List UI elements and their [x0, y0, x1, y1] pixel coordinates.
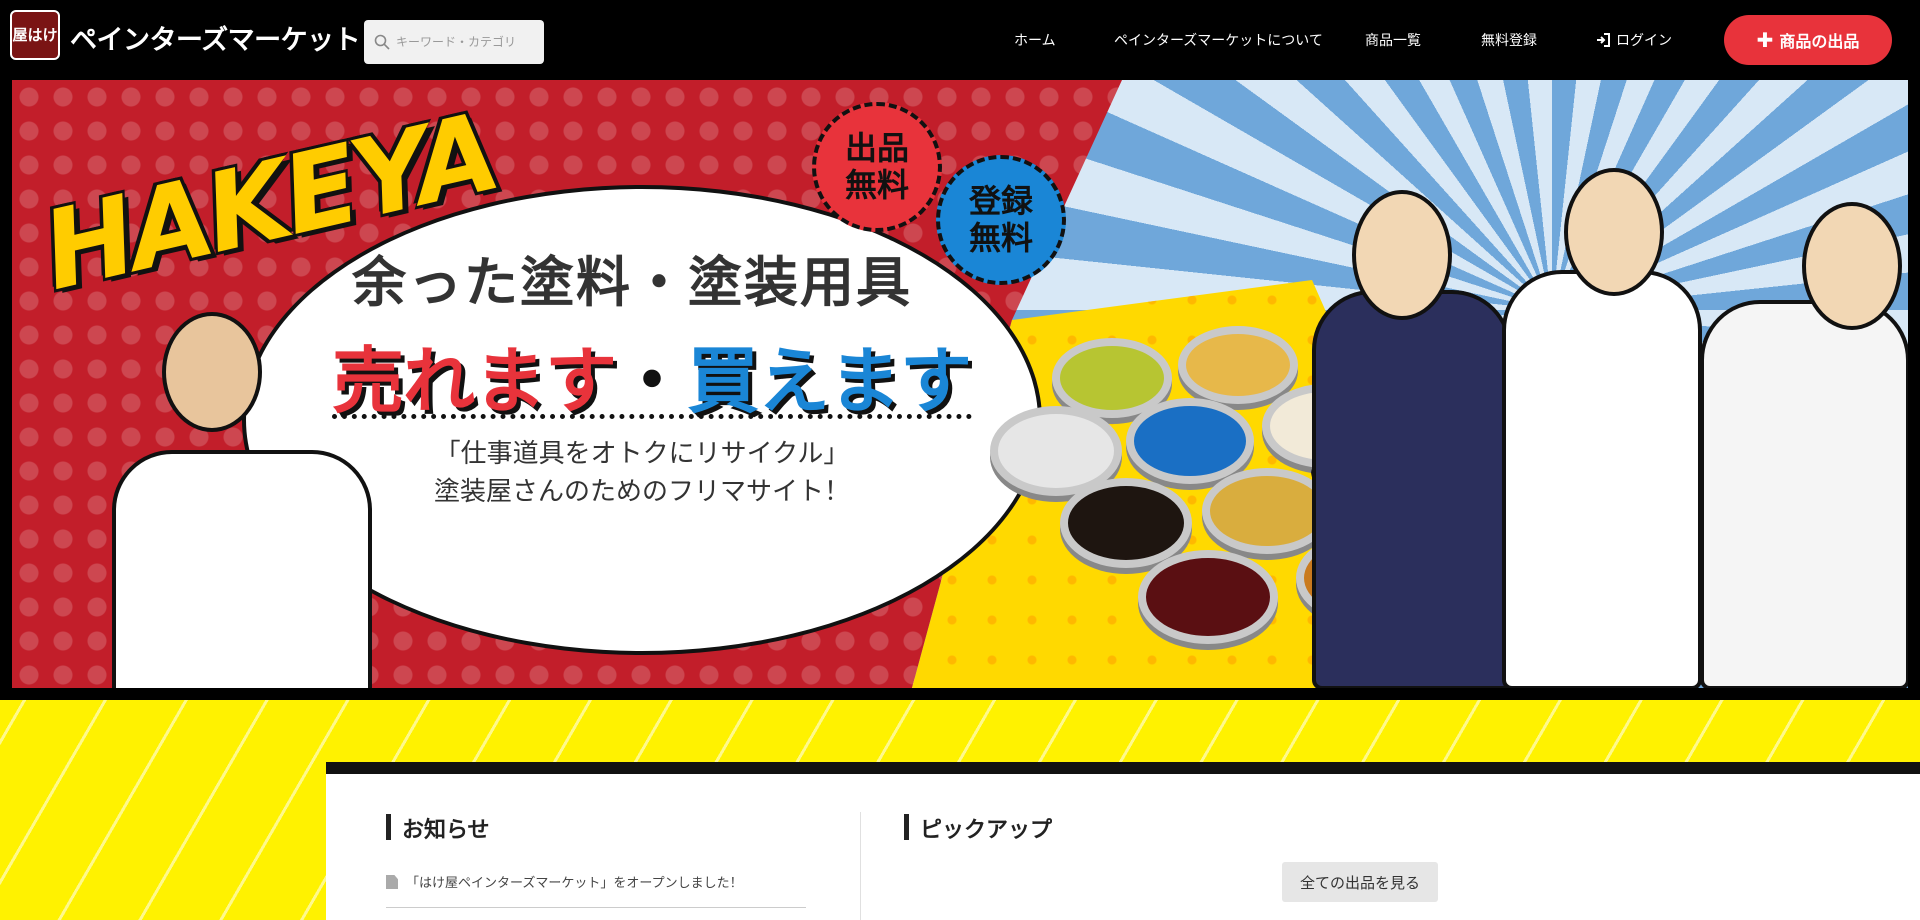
banner-tagline-1: 「仕事道具をオトクにリサイクル」: [434, 439, 850, 469]
banner-buy-text: 買えます: [687, 339, 972, 423]
painter-illustration-2: [1502, 270, 1702, 688]
banner-headline: 余った塗料・塗装用具: [352, 251, 912, 314]
content-card-top-border: [326, 762, 1920, 774]
hero-banner[interactable]: HAKEYA 出品 無料 登録 無料 余った塗料・塗装用具 売れます・買えます …: [12, 80, 1908, 688]
sell-button-label: 商品の出品: [1779, 32, 1860, 51]
banner-sell-buy: 売れます・買えます: [332, 322, 972, 427]
badge-free-registration: 登録 無料: [936, 155, 1066, 285]
painter-illustration-left: [112, 450, 372, 688]
news-item-text: 「はけ屋ペインターズマーケット」をオープンしました！: [406, 876, 743, 891]
section-divider: [860, 812, 861, 920]
site-logo[interactable]: 屋はけ: [10, 10, 60, 60]
banner-tagline-2: 塗装屋さんのためのフリマサイト！: [433, 476, 850, 507]
document-icon: [386, 875, 398, 889]
nav-register[interactable]: 無料登録: [1481, 30, 1537, 50]
painter-head-1: [1352, 190, 1452, 320]
banner-separator: ・: [616, 339, 688, 423]
painter-illustration-3: [1700, 300, 1908, 688]
plus-icon: ✚: [1756, 28, 1774, 52]
search-input[interactable]: [396, 35, 536, 49]
paint-can-maroon: [1138, 550, 1278, 644]
banner-tagline: 「仕事道具をオトクにリサイクル」 塗装屋さんのためのフリマサイト！: [432, 436, 852, 511]
logo-text: 屋はけ: [12, 25, 58, 44]
view-all-listings-button[interactable]: 全ての出品を見る: [1282, 862, 1438, 902]
badge-free-listing: 出品 無料: [812, 102, 942, 232]
painter-illustration-1: [1312, 290, 1512, 688]
banner-sell-text: 売れます: [332, 339, 617, 423]
painter-head-left: [162, 312, 262, 432]
sell-item-button[interactable]: ✚ 商品の出品: [1724, 15, 1892, 65]
nav-login[interactable]: ログイン: [1596, 30, 1672, 50]
nav-home[interactable]: ホーム: [1014, 30, 1056, 50]
search-icon: [374, 34, 390, 50]
badge-free-registration-text: 登録 無料: [968, 182, 1033, 257]
paint-can-gold: [1178, 326, 1298, 404]
paint-can-black: [1060, 478, 1192, 568]
news-item[interactable]: 「はけ屋ペインターズマーケット」をオープンしました！: [386, 872, 806, 908]
nav-products[interactable]: 商品一覧: [1365, 30, 1421, 50]
nav-login-label: ログイン: [1616, 33, 1672, 49]
site-header: 屋はけ ペインターズマーケット ホーム ペインターズマーケットについて 商品一覧…: [0, 0, 1920, 80]
painter-head-2: [1564, 168, 1664, 296]
news-section-title: お知らせ: [386, 812, 490, 844]
site-title[interactable]: ペインターズマーケット: [70, 18, 361, 57]
banner-dotted-rule: [332, 414, 972, 419]
painter-head-3: [1802, 202, 1902, 330]
paint-can-blue: [1126, 398, 1254, 484]
badge-free-listing-text: 出品 無料: [844, 129, 909, 204]
nav-about[interactable]: ペインターズマーケットについて: [1114, 30, 1323, 50]
search-box[interactable]: [364, 20, 544, 64]
login-icon: [1597, 33, 1610, 47]
pickup-section-title: ピックアップ: [904, 812, 1052, 844]
